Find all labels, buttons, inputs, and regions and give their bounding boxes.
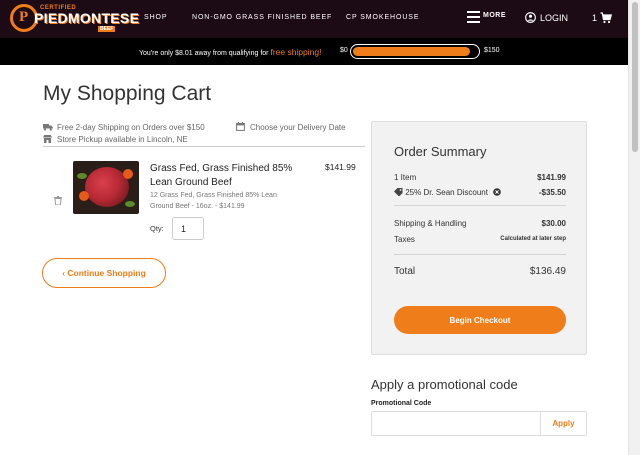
discount-label: 25% Dr. Sean Discount <box>405 188 488 197</box>
shipping-label: Shipping & Handling <box>394 219 467 228</box>
discount-label-wrap: 25% Dr. Sean Discount <box>394 188 501 197</box>
remove-discount-icon[interactable] <box>493 188 501 196</box>
login-link[interactable]: LOGIN <box>540 13 568 23</box>
tomato-graphic <box>79 191 89 201</box>
shipping-progress-fill <box>353 47 470 56</box>
tag-icon <box>394 188 403 197</box>
free-shipping-highlight: free shipping! <box>270 47 322 57</box>
shipping-progress-bar <box>350 44 480 59</box>
page-scrollbar[interactable] <box>628 0 640 455</box>
scrollbar-thumb[interactable] <box>632 2 638 152</box>
promo-title: Apply a promotional code <box>371 377 518 392</box>
discount-value: -$35.50 <box>538 188 566 197</box>
nav-cp-smokehouse[interactable]: CP SMOKEHOUSE <box>346 14 419 21</box>
items-value: $141.99 <box>537 173 566 182</box>
free-shipping-info: Free 2-day Shipping on Orders over $150 <box>57 123 205 132</box>
logo-beef: BEEF <box>98 26 116 32</box>
menu-icon[interactable] <box>467 11 480 23</box>
summary-divider <box>394 254 566 255</box>
total-label: Total <box>394 266 416 277</box>
quantity-input[interactable] <box>172 217 204 240</box>
order-summary: Order Summary 1 Item $141.99 25% Dr. Sea… <box>371 121 587 355</box>
cart-icon[interactable] <box>600 12 612 24</box>
shipping-message-text: You're only $8.01 away from qualifying f… <box>139 50 271 57</box>
cart-count[interactable]: 1 <box>592 13 597 23</box>
total-value: $136.49 <box>529 266 566 277</box>
product-description: 12 Grass Fed, Grass Finished 85% Lean Gr… <box>150 192 277 210</box>
tomato-graphic <box>123 169 133 179</box>
progress-max-label: $150 <box>484 47 500 54</box>
begin-checkout-button[interactable]: Begin Checkout <box>394 306 566 334</box>
truck-icon <box>43 124 53 131</box>
taxes-label: Taxes <box>394 235 415 244</box>
brand-logo[interactable]: P CERTIFIED PIEDMONTESE BEEF <box>10 4 139 34</box>
site-header: P CERTIFIED PIEDMONTESE BEEF SHOP NON-GM… <box>0 0 628 38</box>
items-label: 1 Item <box>394 173 417 182</box>
user-icon[interactable] <box>525 12 536 23</box>
logo-letter: P <box>19 9 29 25</box>
store-pickup-info: Store Pickup available in Lincoln, NE <box>57 135 188 144</box>
herb-graphic <box>125 201 135 207</box>
product-image[interactable] <box>73 161 139 214</box>
free-shipping-banner: You're only $8.01 away from qualifying f… <box>0 38 628 65</box>
nav-shop[interactable]: SHOP <box>144 14 167 21</box>
trash-icon[interactable] <box>54 196 62 205</box>
shipping-value: $30.00 <box>541 219 566 228</box>
free-shipping-message: You're only $8.01 away from qualifying f… <box>139 47 321 57</box>
apply-promo-button[interactable]: Apply <box>540 411 587 436</box>
store-icon <box>43 135 52 143</box>
progress-min-label: $0 <box>340 47 348 54</box>
promo-code-label: Promotional Code <box>371 400 432 407</box>
summary-divider <box>394 205 566 206</box>
product-price: $141.99 <box>325 162 356 172</box>
product-name[interactable]: Grass Fed, Grass Finished 85% Lean Groun… <box>150 162 300 190</box>
order-summary-title: Order Summary <box>394 144 487 159</box>
herb-graphic <box>77 173 87 179</box>
calendar-icon[interactable] <box>236 122 245 131</box>
cart-divider <box>43 146 365 147</box>
more-menu-label[interactable]: MORE <box>483 12 506 19</box>
quantity-label: Qty: <box>150 224 164 233</box>
taxes-value: Calculated at later step <box>500 236 566 242</box>
delivery-date-link[interactable]: Choose your Delivery Date <box>250 123 346 132</box>
nav-non-gmo-beef[interactable]: NON-GMO GRASS FINISHED BEEF <box>192 14 332 21</box>
logo-brand: PIEDMONTESE <box>34 10 140 26</box>
continue-shopping-button[interactable]: ‹ Continue Shopping <box>42 258 166 288</box>
promo-code-input[interactable] <box>371 411 540 436</box>
page-title: My Shopping Cart <box>43 82 212 105</box>
